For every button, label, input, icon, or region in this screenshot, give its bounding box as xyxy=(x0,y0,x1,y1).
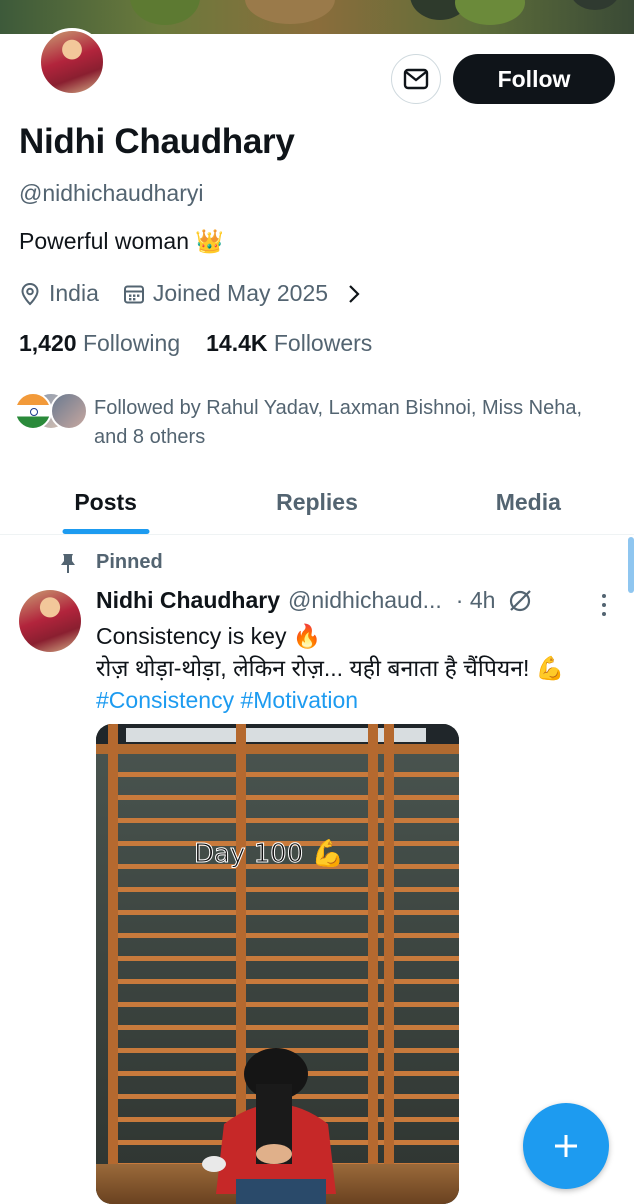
gym-wall-bars-image: Day 100 💪 xyxy=(96,724,459,1204)
more-options-icon[interactable] xyxy=(594,592,614,618)
post-time[interactable]: · 4h xyxy=(456,587,496,614)
joined-text: Joined May 2025 xyxy=(152,280,329,306)
following-stat[interactable]: 1,420 Following xyxy=(19,330,180,357)
location: India xyxy=(19,280,99,307)
post-hashtags[interactable]: #Consistency #Motivation xyxy=(96,684,616,716)
envelope-icon xyxy=(403,68,429,90)
profile-stats: 1,420 Following 14.4K Followers xyxy=(19,330,372,357)
follow-button[interactable]: Follow xyxy=(453,54,615,104)
compose-button[interactable] xyxy=(523,1103,609,1189)
followers-stat[interactable]: 14.4K Followers xyxy=(206,330,372,357)
profile-handle: @nidhichaudharyi xyxy=(19,180,204,206)
location-text: India xyxy=(49,280,99,306)
scrollbar[interactable] xyxy=(628,537,634,593)
followed-by-text[interactable]: Followed by Rahul Yadav, Laxman Bishnoi,… xyxy=(94,394,594,452)
chevron-right-icon[interactable] xyxy=(346,283,362,305)
pin-icon xyxy=(61,553,75,573)
grok-icon[interactable] xyxy=(507,588,533,614)
profile-tabs: Posts Replies Media xyxy=(0,470,634,535)
tab-replies[interactable]: Replies xyxy=(211,470,422,534)
location-pin-icon xyxy=(21,282,39,305)
message-button[interactable] xyxy=(391,54,441,104)
post-header: Nidhi Chaudhary @nidhichaud... · 4h xyxy=(96,587,616,614)
post-body: Consistency is key 🔥 रोज़ थोड़ा-थोड़ा, ल… xyxy=(96,620,616,716)
followed-by-avatars[interactable] xyxy=(14,392,88,430)
post-line-2: रोज़ थोड़ा-थोड़ा, लेकिन रोज़... यही बनात… xyxy=(96,655,565,681)
tab-posts[interactable]: Posts xyxy=(0,470,211,534)
calendar-icon xyxy=(123,285,144,303)
bio-text: Powerful woman xyxy=(19,228,190,254)
plus-icon xyxy=(555,1135,577,1157)
post-line-1: Consistency is key 🔥 xyxy=(96,623,322,649)
post-author-avatar[interactable] xyxy=(19,590,81,652)
post-author-name[interactable]: Nidhi Chaudhary xyxy=(96,587,280,614)
media-caption: Day 100 💪 xyxy=(194,838,344,869)
follower-avatar xyxy=(14,392,52,430)
profile-avatar[interactable] xyxy=(38,28,106,96)
joined-date[interactable]: Joined May 2025 xyxy=(123,280,362,307)
pinned-label: Pinned xyxy=(58,551,163,574)
tab-media[interactable]: Media xyxy=(423,470,634,534)
profile-name: Nidhi Chaudhary xyxy=(19,122,295,161)
profile-bio: Powerful woman 👑 xyxy=(19,228,224,255)
post-author-handle[interactable]: @nidhichaud... xyxy=(288,587,442,614)
post-media-image[interactable]: Day 100 💪 xyxy=(96,724,459,1204)
profile-meta: India Joined May 2025 xyxy=(19,280,362,307)
crown-icon: 👑 xyxy=(195,228,224,254)
follower-avatar xyxy=(50,392,88,430)
profile-banner[interactable] xyxy=(0,0,634,34)
